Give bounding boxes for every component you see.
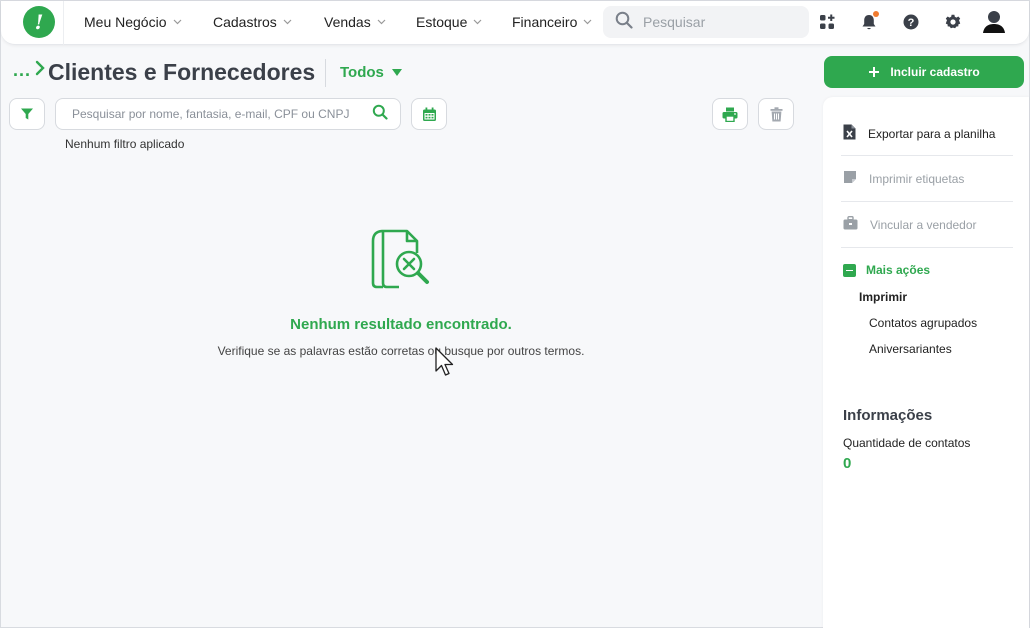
title-divider: [325, 59, 326, 87]
filter-icon: [21, 108, 33, 120]
briefcase-icon: [843, 215, 858, 233]
contacts-search-input[interactable]: [72, 107, 372, 121]
apps-icon[interactable]: [816, 11, 838, 33]
export-spreadsheet-label: Exportar para a planilha: [868, 126, 996, 141]
top-navbar: ! Meu Negócio Cadastros Vendas Estoque F…: [1, 1, 1029, 45]
chevron-down-icon: [283, 17, 292, 27]
breadcrumb-ellipsis[interactable]: ...: [13, 60, 31, 81]
print-button[interactable]: [712, 98, 748, 130]
search-icon[interactable]: [372, 104, 388, 125]
search-icon: [615, 11, 633, 34]
global-search[interactable]: [603, 6, 809, 38]
situation-filter-dropdown[interactable]: Todos: [340, 64, 402, 81]
chevron-down-icon: [473, 17, 482, 27]
printer-icon: [722, 107, 738, 122]
svg-text:?: ?: [908, 17, 915, 29]
more-actions-label: Mais ações: [866, 263, 931, 277]
user-avatar-icon[interactable]: [981, 9, 1007, 35]
print-labels-action[interactable]: Imprimir etiquetas: [843, 170, 964, 187]
actions-side-panel: Exportar para a planilha Imprimir etique…: [823, 97, 1029, 628]
contact-count-value: 0: [843, 455, 852, 472]
nav-vendas[interactable]: Vendas: [324, 14, 386, 30]
empty-state-subtitle: Verifique se as palavras estão corretas …: [217, 344, 585, 358]
info-section-title: Informações: [843, 407, 933, 424]
contacts-search[interactable]: [55, 98, 401, 130]
excel-file-icon: [843, 124, 856, 143]
breadcrumb-arrow-icon: [35, 59, 45, 82]
divider: [841, 155, 1013, 156]
contact-count-label: Quantidade de contatos: [843, 436, 971, 450]
print-labels-label: Imprimir etiquetas: [869, 171, 965, 186]
link-seller-action[interactable]: Vincular a vendedor: [843, 215, 977, 233]
caret-down-icon: [391, 69, 402, 76]
situation-filter-label: Todos: [340, 64, 384, 81]
more-actions-toggle[interactable]: Mais ações: [843, 263, 930, 277]
divider: [841, 201, 1013, 202]
applied-filters-text: Nenhum filtro aplicado: [65, 137, 185, 151]
export-spreadsheet-action[interactable]: Exportar para a planilha: [843, 124, 995, 143]
nav-estoque-label: Estoque: [416, 14, 468, 30]
empty-state-title: Nenhum resultado encontrado.: [290, 316, 512, 333]
mouse-pointer-icon: [434, 347, 456, 382]
calendar-icon: [422, 107, 436, 121]
print-birthdays-link[interactable]: Aniversariantes: [869, 342, 952, 356]
filter-button[interactable]: [9, 98, 45, 130]
trash-icon: [770, 106, 782, 121]
chevron-down-icon: [377, 17, 386, 27]
page-title: Clientes e Fornecedores: [48, 59, 316, 85]
nav-meu-negocio-label: Meu Negócio: [84, 14, 167, 30]
help-icon[interactable]: ?: [900, 11, 922, 33]
nav-meu-negocio[interactable]: Meu Negócio: [84, 14, 182, 30]
date-filter-button[interactable]: [411, 98, 447, 130]
global-search-input[interactable]: [643, 14, 793, 30]
collapse-minus-icon: [843, 263, 856, 277]
bell-icon[interactable]: [858, 11, 880, 33]
chevron-down-icon: [583, 17, 592, 27]
logo-divider: [63, 1, 64, 45]
nav-estoque[interactable]: Estoque: [416, 14, 482, 30]
nav-financeiro-label: Financeiro: [512, 14, 578, 30]
notification-dot: [873, 11, 879, 17]
breadcrumb[interactable]: ...: [13, 59, 45, 82]
add-contact-button[interactable]: Incluir cadastro: [824, 56, 1024, 88]
gear-icon[interactable]: [942, 11, 964, 33]
label-note-icon: [843, 170, 857, 187]
nav-cadastros-label: Cadastros: [213, 14, 277, 30]
link-seller-label: Vincular a vendedor: [870, 217, 977, 232]
print-grouped-contacts-link[interactable]: Contatos agrupados: [869, 316, 977, 330]
chevron-down-icon: [173, 17, 182, 27]
plus-icon: [868, 63, 880, 81]
print-heading: Imprimir: [859, 290, 908, 304]
nav-cadastros[interactable]: Cadastros: [213, 14, 292, 30]
nav-vendas-label: Vendas: [324, 14, 371, 30]
app-logo[interactable]: !: [23, 6, 55, 38]
add-contact-button-label: Incluir cadastro: [890, 65, 980, 79]
document-search-x-icon: [369, 227, 433, 296]
nav-financeiro[interactable]: Financeiro: [512, 14, 592, 30]
divider: [841, 247, 1013, 248]
delete-button[interactable]: [758, 98, 794, 130]
